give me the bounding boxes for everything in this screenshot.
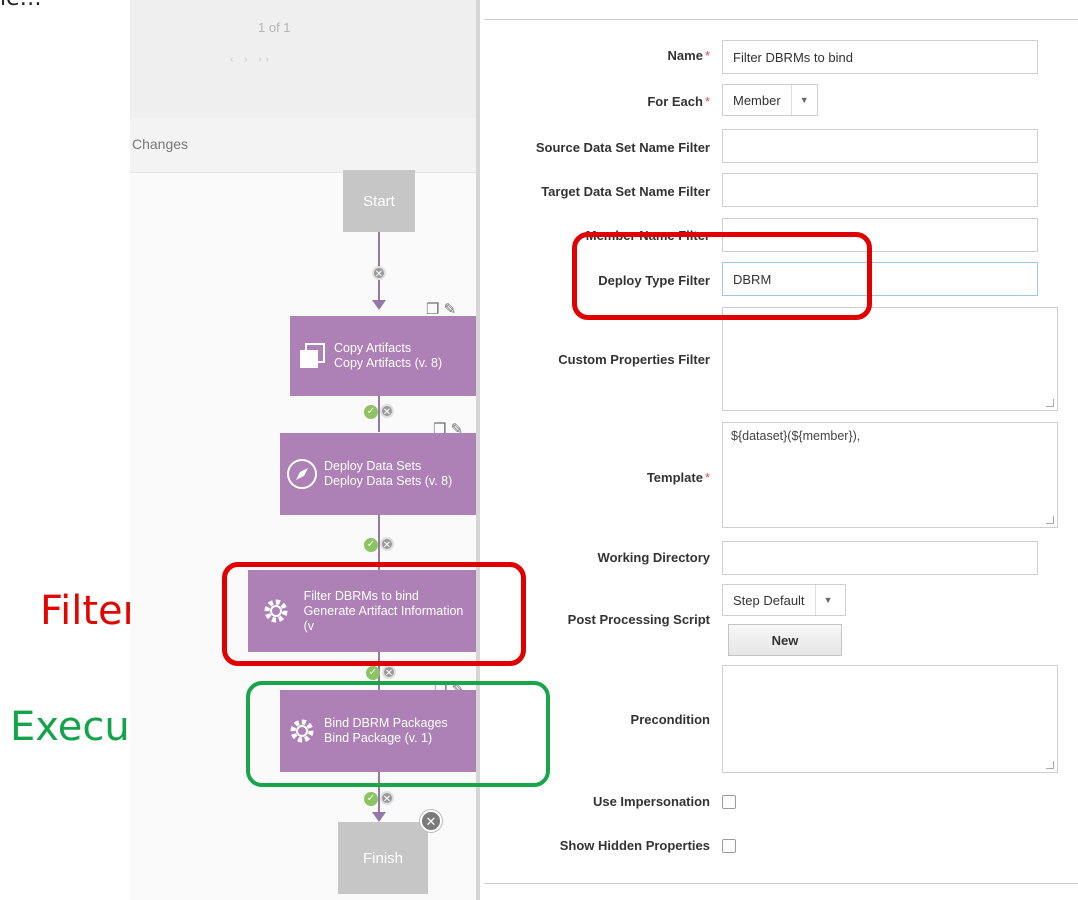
connector-arrow	[372, 300, 386, 310]
for-each-label: For Each *	[647, 94, 710, 109]
source-filter-label: Source Data Set Name Filter	[535, 140, 710, 155]
hidden-props-label: Show Hidden Properties	[559, 838, 710, 853]
filter-annotation: Filter	[40, 588, 140, 634]
resize-handle[interactable]	[1046, 761, 1054, 769]
impersonation-label: Use Impersonation	[592, 794, 710, 809]
precondition-textarea[interactable]	[722, 665, 1058, 773]
finish-node[interactable]: Finish	[338, 822, 428, 894]
name-label: Name *	[667, 48, 710, 63]
connector-arrow	[372, 812, 386, 822]
pager-text: 1 of 1	[258, 20, 291, 35]
form-bottom-rule	[484, 883, 1078, 884]
custom-props-textarea[interactable]	[722, 307, 1058, 411]
post-script-select[interactable]: Step Default ▼	[722, 584, 846, 616]
success-icon[interactable]: ✓	[364, 405, 378, 419]
start-node[interactable]: Start	[343, 170, 415, 232]
remove-connection-icon[interactable]: ✕	[380, 537, 394, 551]
hidden-props-checkbox[interactable]	[722, 839, 736, 853]
remove-connection-icon[interactable]: ✕	[372, 266, 386, 280]
filter-step-highlight	[222, 562, 526, 666]
required-mark: *	[704, 470, 710, 485]
target-filter-label: Target Data Set Name Filter	[541, 184, 710, 199]
resize-handle[interactable]	[1046, 399, 1054, 407]
form-top-rule	[484, 19, 1078, 20]
remove-connection-icon[interactable]: ✕	[380, 791, 394, 805]
new-script-button[interactable]: New	[728, 624, 842, 656]
target-filter-field[interactable]	[722, 173, 1038, 207]
impersonation-checkbox[interactable]	[722, 795, 736, 809]
chevron-down-icon: ▼	[814, 585, 841, 615]
finish-label: Finish	[362, 849, 403, 867]
execute-step-highlight	[246, 681, 550, 787]
name-field[interactable]: Filter DBRMs to bind	[722, 40, 1038, 74]
deploy-type-highlight	[572, 232, 872, 320]
remove-connection-icon[interactable]: ✕	[380, 404, 394, 418]
chevron-down-icon: ▼	[790, 85, 817, 115]
slide-caption: le…	[0, 0, 42, 11]
required-mark: *	[704, 94, 710, 109]
required-mark: *	[704, 48, 710, 63]
success-icon[interactable]: ✓	[364, 792, 378, 806]
resize-handle[interactable]	[1046, 516, 1054, 524]
remove-connection-icon[interactable]: ✕	[382, 665, 396, 679]
delete-node-icon[interactable]: ✕	[420, 810, 442, 832]
changes-label[interactable]: Changes	[132, 136, 188, 152]
success-icon[interactable]: ✓	[366, 666, 380, 680]
working-dir-field[interactable]	[722, 541, 1038, 575]
pager-arrows[interactable]: ‹ › ››	[230, 54, 273, 65]
template-label: Template *	[646, 470, 710, 485]
template-textarea[interactable]: ${dataset}(${member}),	[722, 422, 1058, 528]
source-filter-field[interactable]	[722, 129, 1038, 163]
start-label: Start	[363, 192, 395, 210]
custom-props-label: Custom Properties Filter	[558, 352, 710, 367]
copy-icon	[290, 342, 334, 370]
success-icon[interactable]: ✓	[364, 538, 378, 552]
rocket-icon	[280, 458, 324, 490]
for-each-select[interactable]: Member ▼	[722, 84, 818, 116]
